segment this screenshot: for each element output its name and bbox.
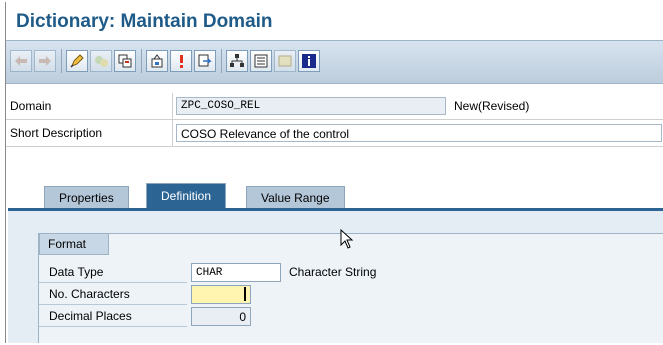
tab-value-range[interactable]: Value Range <box>246 186 345 209</box>
num-characters-input[interactable] <box>191 285 251 304</box>
back-icon[interactable] <box>10 50 32 72</box>
info-icon[interactable] <box>298 50 320 72</box>
tab-definition[interactable]: Definition <box>146 183 227 209</box>
decimal-places-label: Decimal Places <box>39 306 187 327</box>
definition-panel: Format Data Type CHAR Character String N… <box>8 208 663 343</box>
title-bar: Dictionary: Maintain Domain <box>6 2 663 36</box>
divider <box>172 120 173 146</box>
divider <box>172 93 173 119</box>
navigate-icon[interactable] <box>194 50 216 72</box>
copy-object-icon[interactable] <box>114 50 136 72</box>
application-toolbar <box>6 40 663 84</box>
decimal-places-row: Decimal Places 0 <box>39 306 663 328</box>
data-type-row: Data Type CHAR Character String <box>39 262 663 284</box>
domain-row: Domain ZPC_COSO_REL New(Revised) <box>6 93 663 120</box>
short-description-row: Short Description COSO Relevance of the … <box>6 120 663 147</box>
toolbar-separator <box>61 49 62 73</box>
toolbar-separator <box>221 49 222 73</box>
num-characters-label: No. Characters <box>39 284 187 305</box>
text-caret <box>244 287 246 301</box>
domain-name-field[interactable]: ZPC_COSO_REL <box>176 97 446 115</box>
display-change-icon[interactable] <box>66 50 88 72</box>
domain-header: Domain ZPC_COSO_REL New(Revised) Short D… <box>6 93 663 151</box>
sap-window: Dictionary: Maintain Domain Domain ZPC_C… <box>5 2 663 343</box>
blank-icon[interactable] <box>274 50 296 72</box>
page-title: Dictionary: Maintain Domain <box>16 11 273 32</box>
domain-status: New(Revised) <box>454 99 530 113</box>
short-description-label: Short Description <box>10 126 103 140</box>
data-type-input[interactable]: CHAR <box>191 263 281 282</box>
tab-properties[interactable]: Properties <box>44 186 129 209</box>
data-type-label: Data Type <box>39 262 187 283</box>
activate-icon[interactable] <box>90 50 112 72</box>
hierarchy-icon[interactable] <box>226 50 248 72</box>
tab-strip: Properties Definition Value Range <box>6 183 663 209</box>
where-used-icon[interactable] <box>146 50 168 72</box>
num-characters-row: No. Characters <box>39 284 663 306</box>
data-type-description: Character String <box>289 265 377 279</box>
check-icon[interactable] <box>170 50 192 72</box>
short-description-field[interactable]: COSO Relevance of the control <box>176 124 662 142</box>
object-list-icon[interactable] <box>250 50 272 72</box>
mouse-pointer-icon <box>340 229 354 249</box>
decimal-places-input[interactable]: 0 <box>191 307 251 326</box>
toolbar-separator <box>141 49 142 73</box>
format-group-title: Format <box>39 233 110 255</box>
forward-icon[interactable] <box>34 50 56 72</box>
domain-label: Domain <box>10 99 52 113</box>
